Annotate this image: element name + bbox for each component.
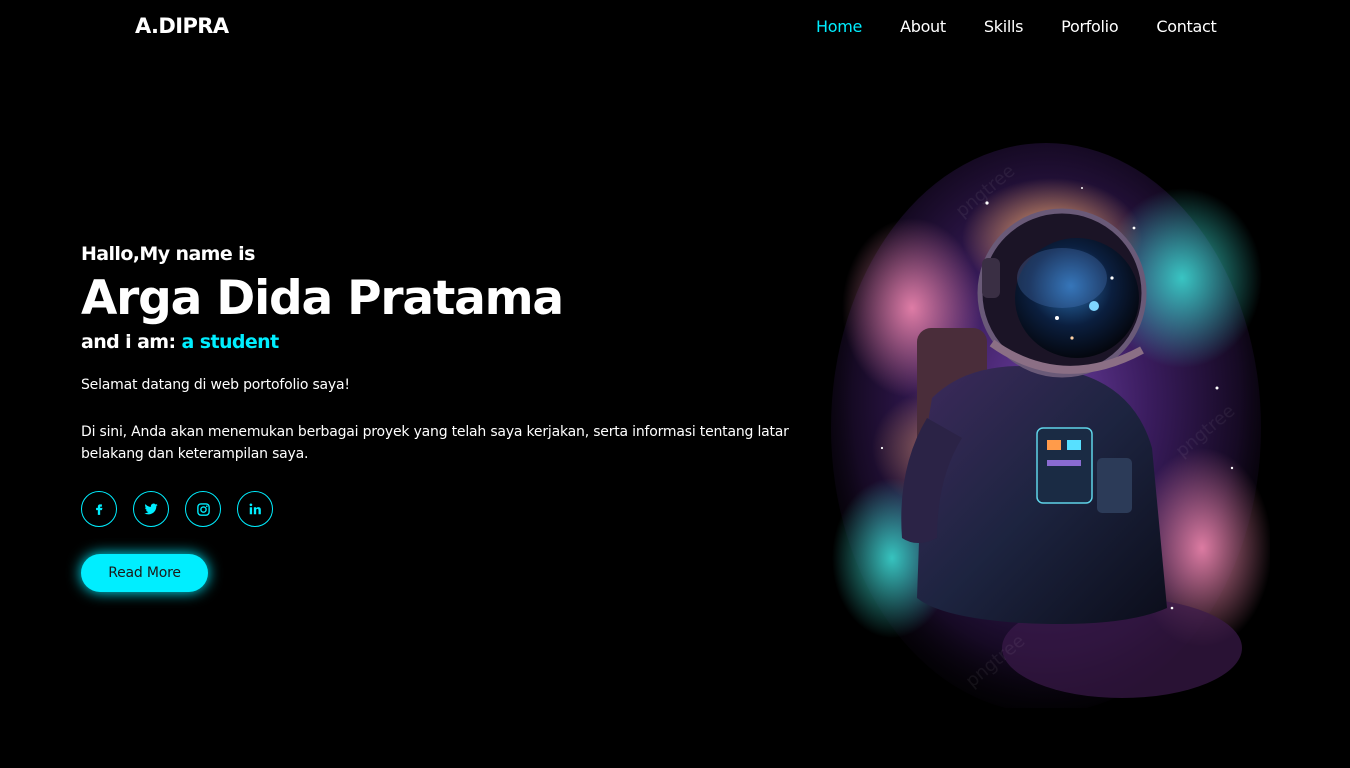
facebook-icon <box>96 504 103 515</box>
hero-role-text: a student <box>181 331 280 353</box>
nav-portfolio[interactable]: Porfolio <box>1061 17 1118 36</box>
hero-welcome-text: Selamat datang di web portofolio saya! <box>81 377 350 393</box>
twitter-icon <box>144 503 158 515</box>
read-more-button[interactable]: Read More <box>81 554 208 592</box>
hero-description: Di sini, Anda akan menemukan berbagai pr… <box>81 424 789 462</box>
nav-skills[interactable]: Skills <box>984 17 1024 36</box>
hero-greeting: Hallo,My name is <box>81 243 255 265</box>
main-nav: Home About Skills Porfolio Contact <box>816 17 1217 36</box>
nav-contact[interactable]: Contact <box>1156 17 1216 36</box>
twitter-button[interactable] <box>133 491 169 527</box>
social-links <box>81 491 801 527</box>
portfolio-page: A.DIPRA Home About Skills Porfolio Conta… <box>0 0 1350 768</box>
instagram-button[interactable] <box>185 491 221 527</box>
hero-section: Hallo,My name is Arga Dida Pratama and i… <box>81 241 801 592</box>
site-logo[interactable]: A.DIPRA <box>135 14 229 38</box>
nav-about[interactable]: About <box>900 17 946 36</box>
astronaut-illustration: pngtree pngtree pngtree <box>831 143 1270 708</box>
hero-name: Arga Dida Pratama <box>81 271 564 326</box>
site-header: A.DIPRA Home About Skills Porfolio Conta… <box>0 0 1350 54</box>
facebook-button[interactable] <box>81 491 117 527</box>
instagram-icon <box>196 502 210 516</box>
linkedin-button[interactable] <box>237 491 273 527</box>
linkedin-icon <box>249 503 261 515</box>
nav-home[interactable]: Home <box>816 17 862 36</box>
hero-role-prefix: and i am: <box>81 331 176 353</box>
hero-role-line: and i am: a student <box>81 329 801 355</box>
